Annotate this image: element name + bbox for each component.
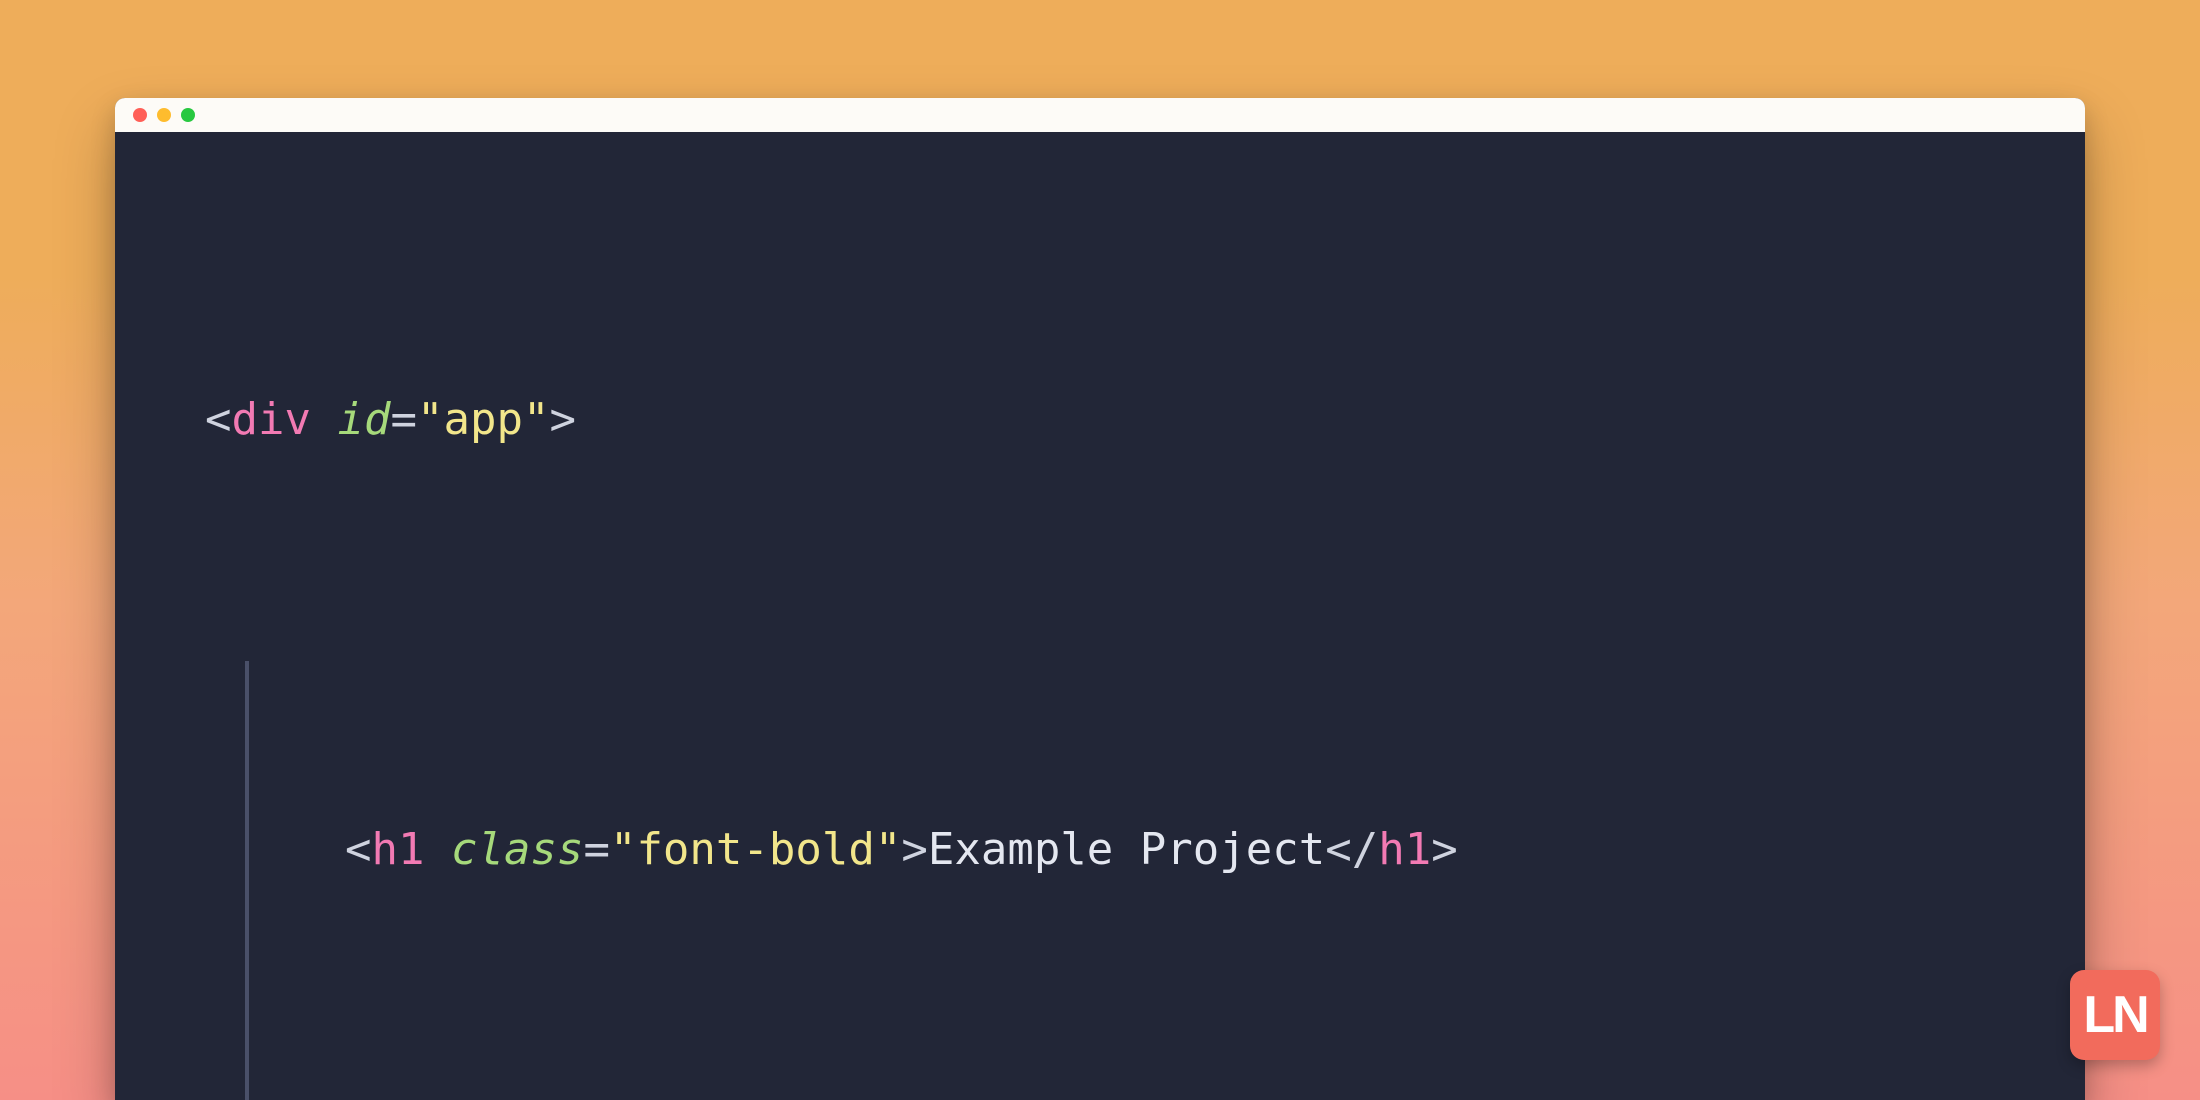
quote-close: " xyxy=(875,824,902,875)
tag-name: h1 xyxy=(1378,824,1431,875)
bracket-close: > xyxy=(549,394,576,445)
equals: = xyxy=(583,824,610,875)
code-line-1: <div id="app"> xyxy=(205,392,1995,447)
indent-guide xyxy=(245,661,249,1100)
editor-window: <div id="app"> <h1 class="font-bold">Exa… xyxy=(115,98,2085,1100)
blank-line xyxy=(345,987,1995,1100)
minimize-icon[interactable] xyxy=(157,108,171,122)
quote-open: " xyxy=(417,394,444,445)
tag-name: div xyxy=(232,394,311,445)
bracket-open: </ xyxy=(1325,824,1378,875)
indent-block: <h1 class="font-bold">Example Project</h… xyxy=(245,657,1995,1100)
bracket-close: > xyxy=(1431,824,1458,875)
attr-value: font-bold xyxy=(636,824,874,875)
logo-text: LN xyxy=(2083,985,2146,1045)
attr-name: class xyxy=(451,824,583,875)
quote-close: " xyxy=(523,394,550,445)
equals: = xyxy=(390,394,417,445)
space xyxy=(424,824,451,875)
quote-open: " xyxy=(610,824,637,875)
logo-badge: LN xyxy=(2070,970,2160,1060)
attr-name: id xyxy=(337,394,390,445)
space xyxy=(311,394,338,445)
window-titlebar xyxy=(115,98,2085,132)
code-editor[interactable]: <div id="app"> <h1 class="font-bold">Exa… xyxy=(115,132,2085,1100)
text-content: Example Project xyxy=(928,824,1325,875)
bracket-open: < xyxy=(205,394,232,445)
attr-value: app xyxy=(443,394,522,445)
zoom-icon[interactable] xyxy=(181,108,195,122)
bracket-close: > xyxy=(901,824,928,875)
tag-name: h1 xyxy=(372,824,425,875)
bracket-open: < xyxy=(345,824,372,875)
code-line-2: <h1 class="font-bold">Example Project</h… xyxy=(345,822,1995,877)
close-icon[interactable] xyxy=(133,108,147,122)
